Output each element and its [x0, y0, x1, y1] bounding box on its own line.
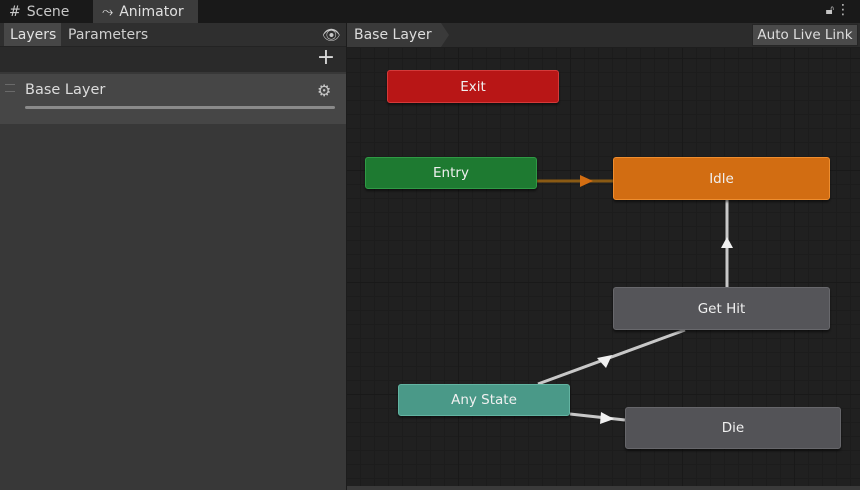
- state-node-die[interactable]: Die: [625, 407, 841, 449]
- transition-arrow-icon: [580, 175, 593, 187]
- state-node-any-state[interactable]: Any State: [398, 384, 570, 416]
- state-node-entry[interactable]: Entry: [365, 157, 537, 189]
- state-node-idle[interactable]: Idle: [613, 157, 830, 200]
- transition-arrow-icon: [600, 412, 614, 424]
- state-node-get-hit[interactable]: Get Hit: [613, 287, 830, 330]
- transition-anystate-gethit[interactable]: [537, 328, 686, 386]
- state-node-exit[interactable]: Exit: [387, 70, 559, 103]
- transition-anystate-die[interactable]: [569, 412, 626, 422]
- transition-arrow-icon: [721, 237, 733, 248]
